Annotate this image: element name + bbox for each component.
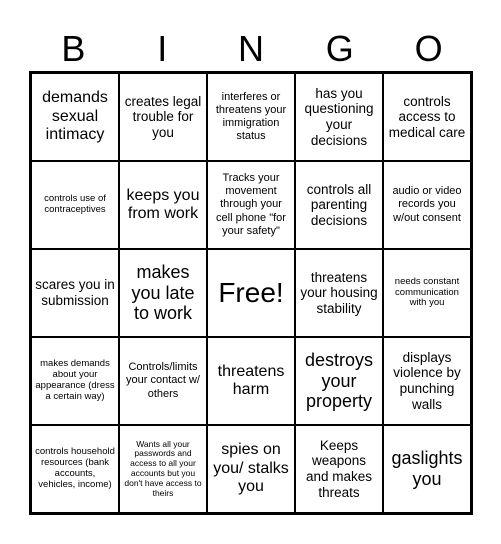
bingo-cell[interactable]: makes you late to work <box>120 250 206 336</box>
bingo-cell[interactable]: demands sexual intimacy <box>32 74 118 160</box>
free-space-cell[interactable]: Free! <box>208 250 294 336</box>
bingo-cell[interactable]: Keeps weapons and makes threats <box>296 426 382 512</box>
bingo-cell[interactable]: controls all parenting decisions <box>296 162 382 248</box>
bingo-cell[interactable]: Tracks your movement through your cell p… <box>208 162 294 248</box>
bingo-cell[interactable]: makes demands about your appearance (dre… <box>32 338 118 424</box>
bingo-cell[interactable]: destroys your property <box>296 338 382 424</box>
bingo-cell[interactable]: Controls/limits your contact w/ others <box>120 338 206 424</box>
bingo-cell[interactable]: Wants all your passwords and access to a… <box>120 426 206 512</box>
header-letter-g: G <box>325 28 354 69</box>
header-letter-o: O <box>414 28 443 69</box>
bingo-cell[interactable]: gaslights you <box>384 426 470 512</box>
bingo-board: demands sexual intimacy creates legal tr… <box>29 71 473 515</box>
bingo-cell[interactable]: threatens harm <box>208 338 294 424</box>
bingo-cell[interactable]: spies on you/ stalks you <box>208 426 294 512</box>
bingo-cell[interactable]: has you questioning your decisions <box>296 74 382 160</box>
bingo-cell[interactable]: audio or video records you w/out consent <box>384 162 470 248</box>
header-letter-b: B <box>61 28 86 69</box>
bingo-header: B I N G O <box>29 26 473 72</box>
header-letter-i: I <box>157 28 168 69</box>
bingo-cell[interactable]: creates legal trouble for you <box>120 74 206 160</box>
header-letter-n: N <box>237 28 264 69</box>
bingo-cell[interactable]: controls household resources (bank accou… <box>32 426 118 512</box>
bingo-cell[interactable]: controls access to medical care <box>384 74 470 160</box>
bingo-cell[interactable]: displays violence by punching walls <box>384 338 470 424</box>
bingo-cell[interactable]: needs constant communication with you <box>384 250 470 336</box>
bingo-cell[interactable]: interferes or threatens your immigration… <box>208 74 294 160</box>
bingo-cell[interactable]: keeps you from work <box>120 162 206 248</box>
bingo-cell[interactable]: controls use of contraceptives <box>32 162 118 248</box>
bingo-cell[interactable]: threatens your housing stability <box>296 250 382 336</box>
bingo-cell[interactable]: scares you in submission <box>32 250 118 336</box>
